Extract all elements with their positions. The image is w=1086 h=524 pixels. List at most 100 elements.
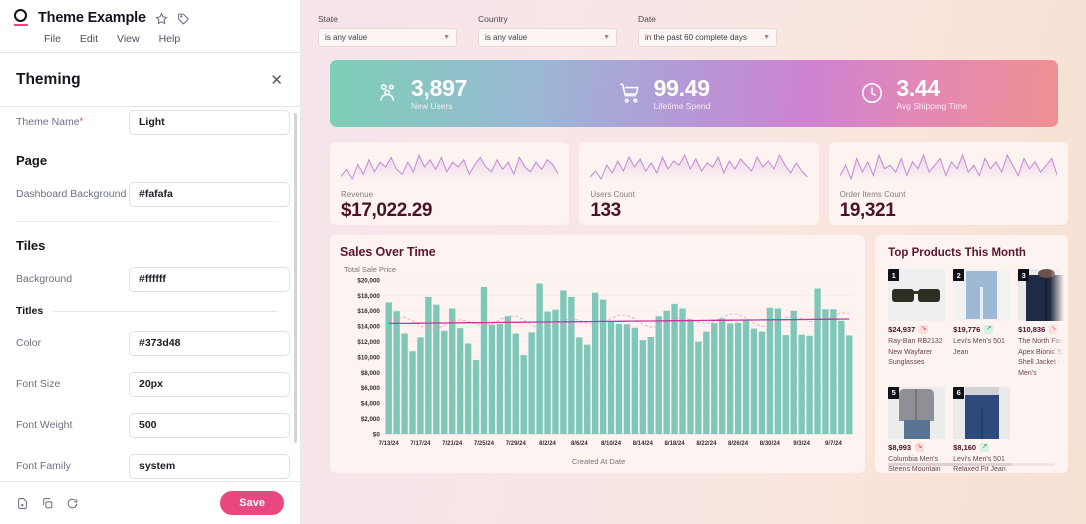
svg-text:8/26/24: 8/26/24	[728, 440, 749, 447]
top-products-grid: 1$24,937↘Ray-Ban RB2132 New Wayfarer Sun…	[888, 269, 1068, 473]
product-rank-badge: 5	[888, 387, 899, 399]
trend-down-icon: ↘	[915, 443, 924, 452]
kpi-new-users-label: New Users	[411, 101, 467, 111]
sparkline-users-count	[590, 151, 807, 181]
theming-title: Theming	[16, 71, 81, 89]
svg-text:9/7/24: 9/7/24	[825, 440, 842, 447]
svg-text:7/17/24: 7/17/24	[410, 440, 431, 447]
tile-users-count[interactable]: Users Count 133	[579, 142, 818, 225]
product-image: 3	[1018, 269, 1068, 321]
svg-text:8/10/24: 8/10/24	[601, 440, 622, 447]
svg-text:$18,000: $18,000	[357, 293, 380, 300]
theme-name-input[interactable]	[129, 110, 290, 135]
svg-text:$8,000: $8,000	[361, 370, 380, 377]
kpi-lifetime-spend: 99.49 Lifetime Spend	[573, 76, 816, 111]
product-price: $8,993	[888, 443, 911, 452]
title-font-weight-input[interactable]	[129, 413, 290, 438]
duplicate-icon[interactable]	[41, 497, 54, 510]
tile-revenue-value: $17,022.29	[341, 200, 558, 222]
titles-rule	[53, 311, 278, 312]
product-card[interactable]: 2$19,776↗Levi's Men's 501 Jean	[953, 269, 1010, 380]
kpi-new-users: 3,897 New Users	[330, 76, 573, 111]
dashboard-background-label: Dashboard Background	[16, 188, 129, 200]
filter-state-select[interactable]: is any value ▼	[318, 28, 457, 47]
chevron-down-icon: ▼	[443, 34, 450, 41]
title-font-family-label: Font Family	[16, 460, 129, 472]
tile-revenue[interactable]: Revenue $17,022.29	[330, 142, 569, 225]
svg-text:8/18/24: 8/18/24	[665, 440, 686, 447]
title-color-input[interactable]	[129, 331, 290, 356]
title-font-family-input[interactable]	[129, 454, 290, 479]
app-root: Theme Example File Edit View Help Themin…	[0, 0, 1086, 524]
subsection-titles: Titles	[16, 305, 278, 317]
svg-text:8/22/24: 8/22/24	[696, 440, 717, 447]
section-tiles: Tiles	[16, 238, 278, 253]
titles-subheading: Titles	[16, 305, 43, 317]
tag-icon[interactable]	[177, 12, 190, 25]
tiles-background-label: Background	[16, 273, 129, 285]
product-card[interactable]: 1$24,937↘Ray-Ban RB2132 New Wayfarer Sun…	[888, 269, 945, 380]
chevron-down-icon: ▼	[603, 34, 610, 41]
star-outline-icon[interactable]	[155, 12, 168, 25]
page-section-rule	[16, 221, 278, 222]
menu-item-help[interactable]: Help	[159, 33, 181, 45]
section-page: Page	[16, 153, 278, 168]
users-icon	[374, 80, 400, 106]
field-title-color: Color	[16, 328, 278, 358]
chart-x-axis-label: Created At Date	[340, 457, 857, 466]
menu-item-edit[interactable]: Edit	[80, 33, 98, 45]
product-image: 2	[953, 269, 1010, 321]
theming-footer: Save	[0, 481, 300, 524]
svg-text:7/21/24: 7/21/24	[442, 440, 463, 447]
filter-country-label: Country	[478, 14, 617, 24]
tile-order-items-count[interactable]: Order Items Count 19,321	[829, 142, 1068, 225]
chevron-down-icon: ▼	[763, 34, 770, 41]
title-font-size-input[interactable]	[129, 372, 290, 397]
sales-over-time-card: Sales Over Time Total Sale Price $0$2,00…	[330, 235, 865, 473]
product-image: 5	[888, 387, 945, 439]
product-card[interactable]: 3$10,836↘The North Face Apex Bionic Soft…	[1018, 269, 1068, 380]
reset-icon[interactable]	[66, 497, 79, 510]
product-card[interactable]: 6$8,160↗Levi's Men's 501 Relaxed Fit Jea…	[953, 387, 1010, 474]
spark-tiles-row: Revenue $17,022.29 Users Count 133 Order…	[330, 142, 1068, 225]
svg-text:$2,000: $2,000	[361, 416, 380, 423]
product-card[interactable]: 5$8,993↘Columbia Men's Steens Mountain F…	[888, 387, 945, 474]
filter-date-select[interactable]: in the past 60 complete days ▼	[638, 28, 777, 47]
products-scrollbar[interactable]	[888, 463, 1055, 466]
lower-row: Sales Over Time Total Sale Price $0$2,00…	[330, 235, 1068, 473]
field-title-font-weight: Font Weight	[16, 410, 278, 440]
new-file-icon[interactable]	[16, 497, 29, 510]
close-icon[interactable]: ✕	[270, 73, 283, 88]
form-scrollbar-thumb[interactable]	[294, 113, 297, 443]
product-rank-badge: 1	[888, 269, 899, 281]
filter-state-label: State	[318, 14, 457, 24]
tile-revenue-label: Revenue	[341, 190, 558, 199]
svg-text:9/3/24: 9/3/24	[793, 440, 810, 447]
kpi-new-users-value: 3,897	[411, 76, 467, 100]
tile-order-items-label: Order Items Count	[840, 190, 1057, 199]
kpi-avg-shipping-time-value: 3.44	[896, 76, 967, 100]
svg-text:$6,000: $6,000	[361, 385, 380, 392]
filter-country-value: is any value	[485, 33, 527, 42]
filter-country-select[interactable]: is any value ▼	[478, 28, 617, 47]
sparkline-revenue	[341, 151, 558, 181]
svg-text:7/29/24: 7/29/24	[506, 440, 527, 447]
menu-item-view[interactable]: View	[117, 33, 140, 45]
save-button[interactable]: Save	[220, 491, 284, 515]
menu-item-file[interactable]: File	[44, 33, 61, 45]
product-price: $10,836	[1018, 325, 1045, 334]
filter-country: Country is any value ▼	[478, 14, 617, 47]
chart-title: Sales Over Time	[340, 245, 857, 259]
sparkline-order-items-count	[840, 151, 1057, 181]
trend-down-icon: ↘	[1049, 325, 1058, 334]
sales-bar-chart[interactable]: $0$2,000$4,000$6,000$8,000$10,000$12,000…	[340, 276, 857, 456]
trend-up-icon: ↗	[980, 443, 989, 452]
theme-editor-panel: Theme Example File Edit View Help Themin…	[0, 0, 301, 524]
app-header: Theme Example File Edit View Help	[0, 0, 300, 52]
svg-text:$12,000: $12,000	[357, 339, 380, 346]
dashboard-background-input[interactable]	[129, 182, 290, 207]
svg-text:8/14/24: 8/14/24	[633, 440, 654, 447]
tiles-background-input[interactable]	[129, 267, 290, 292]
chart-y-axis-label: Total Sale Price	[344, 265, 857, 274]
svg-text:$10,000: $10,000	[357, 354, 380, 361]
